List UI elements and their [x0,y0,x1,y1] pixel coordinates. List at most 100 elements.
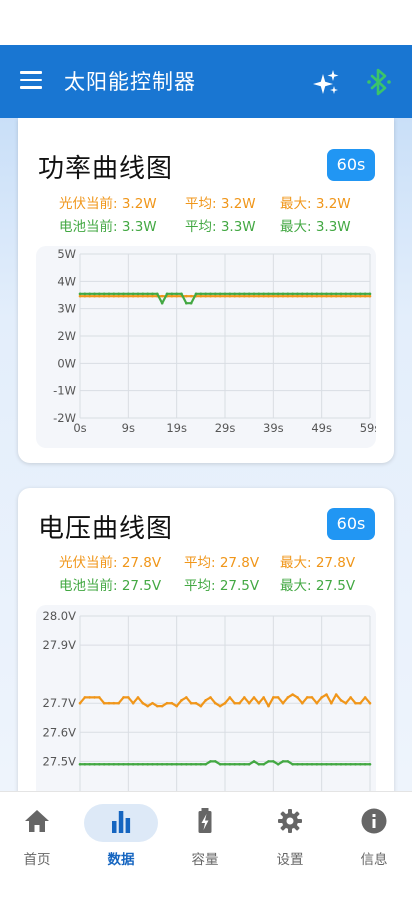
data-point [315,762,319,766]
menu-icon[interactable] [20,71,42,89]
data-point [325,762,328,766]
data-point [175,292,178,296]
data-point [325,294,328,298]
data-point [141,292,145,296]
data-point [117,292,120,296]
data-point [131,701,135,705]
data-point [238,701,241,705]
data-point [320,292,323,296]
nav-home[interactable]: 首页 [0,792,78,882]
data-point [267,292,270,296]
y-tick-label: 27.5V [43,754,77,768]
nav-home-label: 首页 [23,852,51,868]
voltage-range-button[interactable]: 60s [327,508,375,540]
battery-voltage-max: 最大: 27.5V [280,578,356,594]
x-tick-label: 9s [122,421,135,435]
data-point [83,292,87,296]
y-tick-label: -1W [53,384,76,398]
data-point [156,762,159,766]
nav-data[interactable]: 数据 [80,792,162,882]
data-point [243,696,246,699]
data-point [334,292,338,296]
nav-settings-label: 设置 [276,852,304,868]
pv-power-max: 最大: 3.2W [280,196,351,212]
content-scroll-area[interactable]: 功率曲线图 60s 光伏当前: 3.2W 平均: 3.2W 最大: 3.2W 电… [0,118,412,791]
data-point [228,696,232,699]
data-point [305,292,309,296]
data-point [267,294,270,298]
data-point [112,292,116,296]
data-point [146,292,149,296]
data-point [88,762,91,766]
data-point [214,292,217,296]
data-point [102,294,106,298]
data-point [291,762,294,766]
data-point [209,760,212,763]
x-tick-label: 19s [166,421,187,435]
sparkle-icon[interactable] [312,69,340,97]
data-point [349,762,352,766]
nav-capacity[interactable]: 容量 [164,792,246,882]
data-point [257,294,261,298]
data-point [180,699,183,702]
app-title: 太阳能控制器 [64,70,196,94]
data-point [194,762,198,766]
data-point [93,292,96,296]
data-point [272,294,275,298]
data-point [286,696,290,699]
nav-info[interactable]: 信息 [333,792,412,882]
data-point [136,292,140,296]
data-point [368,294,372,298]
data-point [151,292,154,296]
data-point [117,701,120,705]
data-point [339,294,343,298]
battery-voltage-average: 平均: 27.5V [184,578,260,594]
y-tick-label: 4W [57,274,76,288]
data-point [296,294,299,298]
data-point [363,696,367,699]
data-point [122,762,125,766]
data-point [310,294,314,298]
data-point [146,294,149,298]
nav-settings[interactable]: 设置 [249,792,331,882]
data-point [339,292,343,296]
data-point [122,294,125,298]
data-point [247,294,251,298]
voltage-chart-area: 28.0V 27.9V 27.7V 27.6V 27.5V [36,605,376,791]
data-point [180,292,183,296]
data-point [122,292,125,296]
pv-power-current: 光伏当前: 3.2W [59,196,157,212]
data-point [83,762,87,766]
info-icon [361,808,387,834]
data-point [88,696,91,699]
bluetooth-icon[interactable] [366,67,392,97]
data-point [272,292,275,296]
nav-capacity-label: 容量 [191,852,219,868]
data-point [175,294,178,298]
data-point [141,701,145,705]
data-point [204,292,207,296]
data-point [359,292,362,296]
power-range-button[interactable]: 60s [327,149,375,181]
data-point [127,762,130,766]
data-point [363,294,367,298]
data-point [151,294,154,298]
data-point [359,701,362,705]
data-point [83,294,87,298]
data-point [98,292,101,296]
voltage-chart-card: 电压曲线图 60s 光伏当前: 27.8V 平均: 27.8V 最大: 27.8… [18,488,394,791]
data-point [146,762,149,766]
data-point [238,294,241,298]
data-point [233,762,236,766]
data-point [136,762,140,766]
data-point [199,292,203,296]
data-point [281,701,285,705]
gear-icon [278,809,302,833]
y-tick-label: 27.6V [43,725,77,739]
data-point [233,701,236,705]
data-point [78,762,82,766]
data-point [325,693,328,696]
data-point [272,696,275,699]
data-point [247,292,251,296]
data-point [223,294,227,298]
